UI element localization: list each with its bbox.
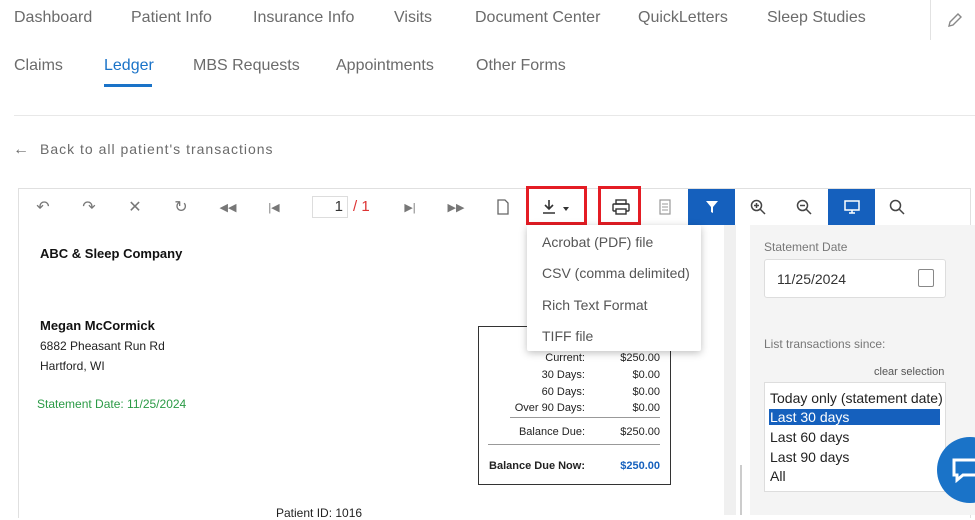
export-menu: Acrobat (PDF) file CSV (comma delimited)… (527, 225, 701, 351)
zoom-in-icon (750, 199, 766, 215)
prev-page-button[interactable]: |◀ (254, 189, 294, 225)
close-icon: ✕ (128, 199, 142, 216)
statement-date-label: Statement Date (764, 240, 848, 254)
patient-id: Patient ID: 1016 (276, 506, 363, 520)
print-highlight-box (598, 186, 641, 225)
menu-item-tiff[interactable]: TIFF file (542, 328, 593, 344)
clear-selection-link[interactable]: clear selection (874, 366, 944, 378)
next-icon: ▶| (404, 201, 416, 214)
zoom-out-button[interactable] (784, 189, 824, 225)
menu-item-pdf[interactable]: Acrobat (PDF) file (542, 234, 653, 250)
next-page-button[interactable]: ▶| (390, 189, 430, 225)
aging-label: 60 Days: (541, 386, 585, 398)
calendar-icon[interactable] (918, 269, 934, 287)
tab-appointments[interactable]: Appointments (336, 57, 434, 75)
statement-date-text: Statement Date: 11/25/2024 (37, 397, 187, 411)
last-page-button[interactable]: ▶▶ (436, 189, 476, 225)
aging-label: Current: (545, 352, 585, 364)
aging-value: $0.00 (632, 386, 660, 398)
filter-icon (705, 201, 718, 213)
tab-sleep-studies[interactable]: Sleep Studies (767, 9, 866, 27)
document-icon (497, 199, 509, 215)
patient-name: Megan McCormick (40, 318, 155, 333)
page-setup-button[interactable] (483, 189, 523, 225)
filter-button[interactable] (688, 189, 735, 225)
viewer-toolbar: ↶ ↷ ✕ ↻ ◀◀ |◀ ▶| ▶▶ (19, 189, 969, 225)
tab-insurance-info[interactable]: Insurance Info (253, 9, 354, 27)
close-button[interactable]: ✕ (115, 189, 155, 225)
undo-button[interactable]: ↶ (23, 189, 63, 225)
aging-value: $250.00 (620, 352, 660, 364)
list-option[interactable]: Today only (statement date) (770, 390, 943, 406)
active-tab-underline (104, 84, 152, 87)
top-nav: Dashboard Patient Info Insurance Info Vi… (0, 0, 975, 40)
aging-value: $0.00 (632, 402, 660, 414)
list-option[interactable]: All (770, 468, 786, 484)
arrow-left-icon: ← (13, 141, 30, 158)
tab-document-center[interactable]: Document Center (475, 9, 600, 27)
rewind-icon: ◀◀ (219, 201, 237, 214)
search-button[interactable] (877, 189, 917, 225)
redo-icon: ↷ (82, 199, 96, 216)
edit-button[interactable] (930, 0, 975, 40)
balance-due-value: $250.00 (620, 426, 660, 438)
zoom-in-button[interactable] (738, 189, 778, 225)
refresh-button[interactable]: ↻ (161, 189, 201, 225)
divider (14, 115, 975, 116)
search-icon (889, 199, 905, 215)
view-mode-button[interactable] (828, 189, 875, 225)
menu-item-csv[interactable]: CSV (comma delimited) (542, 265, 690, 281)
fast-forward-icon: ▶▶ (447, 201, 465, 214)
pencil-icon (948, 13, 962, 27)
tab-patient-info[interactable]: Patient Info (131, 9, 212, 27)
aging-separator (510, 417, 660, 418)
list-transactions-label: List transactions since: (764, 337, 886, 351)
page-number-input[interactable]: 1 (312, 196, 348, 218)
balance-due-now-label: Balance Due Now: (489, 460, 585, 472)
monitor-icon (843, 200, 860, 214)
chat-bubble-icon (952, 458, 975, 483)
aging-label: 30 Days: (541, 369, 585, 381)
tab-visits[interactable]: Visits (394, 9, 432, 27)
menu-item-rtf[interactable]: Rich Text Format (542, 297, 648, 313)
aging-value: $0.00 (632, 369, 660, 381)
aging-label: Over 90 Days: (514, 402, 585, 414)
tab-ledger[interactable]: Ledger (104, 57, 154, 75)
list-option-selected[interactable]: Last 30 days (769, 409, 940, 425)
scrollbar-thumb[interactable] (740, 465, 742, 515)
undo-icon: ↶ (36, 199, 50, 216)
first-page-button[interactable]: ◀◀ (208, 189, 248, 225)
company-name: ABC & Sleep Company (40, 246, 183, 261)
tab-claims[interactable]: Claims (14, 57, 63, 75)
tab-other-forms[interactable]: Other Forms (476, 57, 566, 75)
zoom-out-icon (796, 199, 812, 215)
export-highlight-box (526, 186, 587, 225)
toggle-sidebar-button[interactable] (645, 189, 685, 225)
back-link-label: Back to all patient's transactions (40, 141, 274, 157)
refresh-icon: ↻ (174, 199, 188, 216)
address-line-1: 6882 Pheasant Run Rd (40, 339, 165, 353)
tab-mbs-requests[interactable]: MBS Requests (193, 57, 300, 75)
report-scrollbar[interactable] (724, 225, 736, 515)
balance-separator (488, 444, 660, 445)
balance-due-now-value: $250.00 (620, 460, 660, 472)
redo-button[interactable]: ↷ (69, 189, 109, 225)
tab-quickletters[interactable]: QuickLetters (638, 9, 728, 27)
prev-icon: |◀ (268, 201, 280, 214)
tab-dashboard[interactable]: Dashboard (14, 9, 92, 27)
list-doc-icon (659, 199, 671, 215)
balance-due-label: Balance Due: (518, 426, 585, 438)
page-total: / 1 (353, 198, 370, 215)
list-option[interactable]: Last 90 days (770, 449, 849, 465)
address-line-2: Hartford, WI (40, 359, 105, 373)
list-option[interactable]: Last 60 days (770, 429, 849, 445)
back-link[interactable]: ← Back to all patient's transactions (13, 141, 274, 159)
